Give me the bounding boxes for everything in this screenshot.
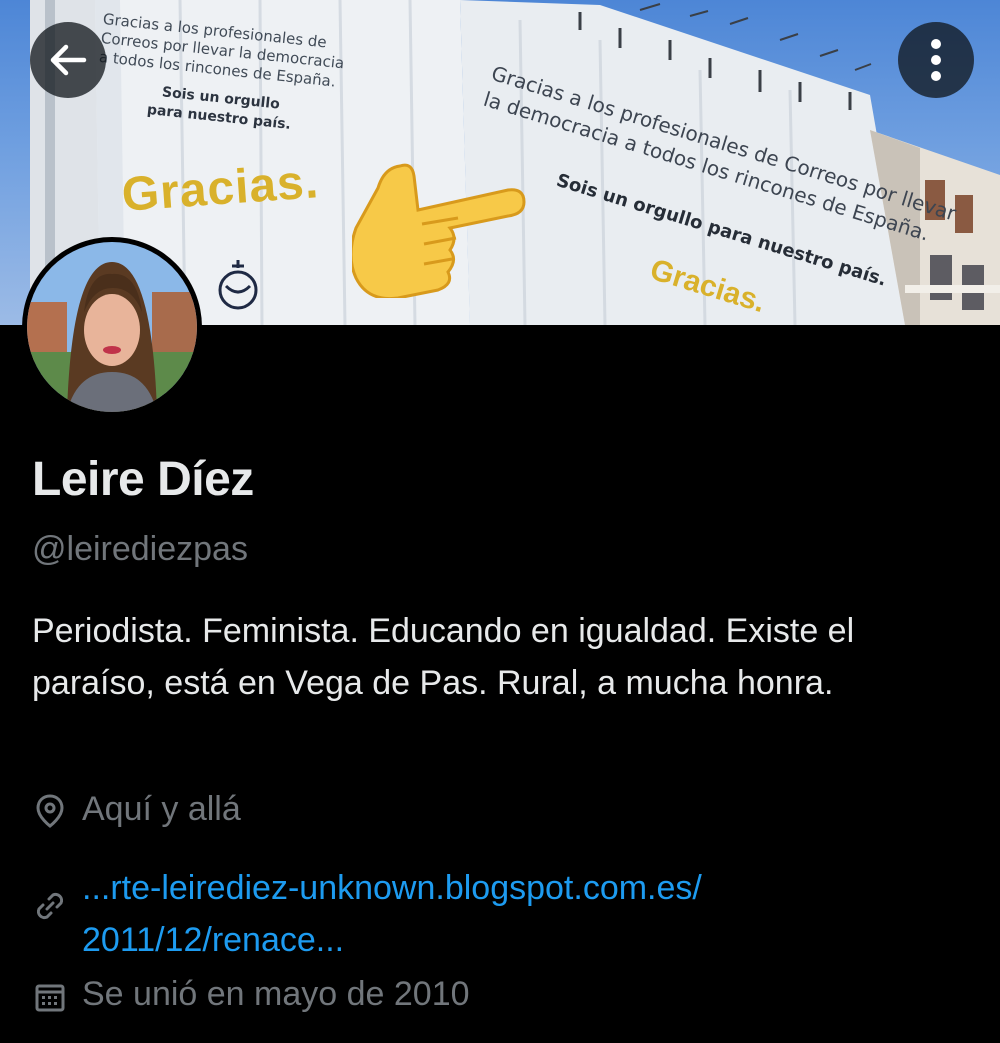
website-link-line: ...rte-leirediez-unknown.blogspot.com.es… — [82, 869, 702, 907]
profile-bio: Periodista. Feminista. Educando en igual… — [32, 612, 855, 702]
avatar-photo — [27, 242, 197, 412]
location-pin-icon — [36, 794, 64, 828]
profile-handle: @leirediezpas — [32, 530, 248, 568]
link-icon — [36, 892, 64, 920]
website-link-line: 2011/12/renace... — [82, 921, 345, 959]
more-vertical-icon — [931, 39, 941, 81]
profile-name: Leire Díez — [32, 453, 254, 506]
location-row: Aquí y allá — [32, 790, 241, 829]
more-options-button[interactable] — [898, 22, 974, 98]
joined-row: Se unió en mayo de 2010 — [32, 975, 470, 1015]
location-text: Aquí y allá — [82, 790, 241, 828]
website-link[interactable]: ...rte-leirediez-unknown.blogspot.com.es… — [82, 862, 882, 966]
pointing-hand-icon — [352, 163, 526, 298]
joined-text: Se unió en mayo de 2010 — [82, 975, 470, 1013]
website-row: ...rte-leirediez-unknown.blogspot.com.es… — [32, 862, 882, 966]
avatar[interactable] — [22, 237, 202, 417]
calendar-icon — [35, 984, 65, 1012]
arrow-left-icon — [50, 44, 87, 76]
back-button[interactable] — [30, 22, 106, 98]
